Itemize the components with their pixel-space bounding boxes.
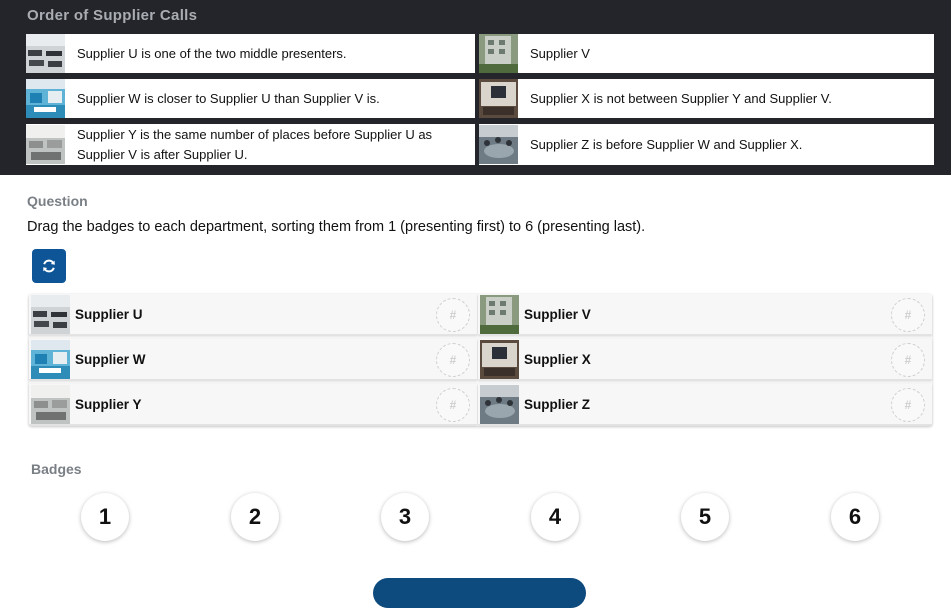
building-thumbnail — [480, 294, 519, 334]
drop-slot-supplier-y[interactable]: Supplier Y # — [29, 384, 477, 425]
office-blue-thumbnail — [26, 79, 65, 118]
clue-text: Supplier V — [530, 45, 590, 61]
badge-6[interactable]: 6 — [831, 493, 879, 541]
refresh-icon — [43, 259, 55, 273]
clue-text: Supplier X is not between Supplier Y and… — [530, 90, 832, 106]
clue-card: Supplier V — [479, 34, 934, 73]
classroom-thumbnail — [26, 34, 65, 73]
drop-slot-supplier-x[interactable]: Supplier X # — [478, 339, 932, 380]
clue-text: Supplier U is one of the two middle pres… — [77, 45, 347, 61]
question-text: Drag the badges to each department, sort… — [27, 219, 646, 235]
open-office-thumbnail — [31, 384, 70, 424]
badge-4[interactable]: 4 — [531, 493, 579, 541]
classroom-thumbnail — [31, 294, 70, 334]
badge-drop-target[interactable]: # — [436, 343, 470, 377]
badges-heading: Badges — [31, 461, 82, 477]
submit-button[interactable] — [373, 578, 586, 608]
clue-card: Supplier Z is before Supplier W and Supp… — [479, 124, 934, 165]
badge-1[interactable]: 1 — [81, 493, 129, 541]
clue-text: Supplier W is closer to Supplier U than … — [77, 90, 380, 106]
drop-slot-supplier-u[interactable]: Supplier U # — [29, 294, 477, 335]
clue-card: Supplier U is one of the two middle pres… — [26, 34, 475, 73]
badge-drop-target[interactable]: # — [436, 298, 470, 332]
clues-panel: Order of Supplier Calls Supplier U is on… — [0, 0, 951, 175]
badge-drop-target[interactable]: # — [436, 388, 470, 422]
building-thumbnail — [479, 34, 518, 73]
office-blue-thumbnail — [31, 339, 70, 379]
badge-2[interactable]: 2 — [231, 493, 279, 541]
slot-label: Supplier Y — [75, 396, 142, 412]
drop-slot-supplier-w[interactable]: Supplier W # — [29, 339, 477, 380]
slot-label: Supplier Z — [524, 396, 591, 412]
slot-label: Supplier X — [524, 351, 591, 367]
meeting-thumbnail — [480, 384, 519, 424]
slot-label: Supplier U — [75, 306, 143, 322]
badge-drop-target[interactable]: # — [891, 343, 925, 377]
question-heading: Question — [27, 193, 88, 209]
meeting-thumbnail — [479, 125, 518, 164]
badge-drop-target[interactable]: # — [891, 388, 925, 422]
drop-slot-supplier-v[interactable]: Supplier V # — [478, 294, 932, 335]
clues-title: Order of Supplier Calls — [27, 7, 198, 24]
badge-drop-target[interactable]: # — [891, 298, 925, 332]
conference-room-thumbnail — [480, 339, 519, 379]
badge-5[interactable]: 5 — [681, 493, 729, 541]
clue-text: Supplier Z is before Supplier W and Supp… — [530, 136, 803, 152]
slot-label: Supplier W — [75, 351, 146, 367]
clue-card: Supplier W is closer to Supplier U than … — [26, 79, 475, 118]
clue-card: Supplier X is not between Supplier Y and… — [479, 79, 934, 118]
clue-text: Supplier Y is the same number of places … — [77, 126, 433, 162]
slot-label: Supplier V — [524, 306, 591, 322]
open-office-thumbnail — [26, 125, 65, 164]
drop-slot-supplier-z[interactable]: Supplier Z # — [478, 384, 932, 425]
badge-3[interactable]: 3 — [381, 493, 429, 541]
reset-button[interactable] — [32, 249, 66, 283]
conference-room-thumbnail — [479, 79, 518, 118]
clue-card: Supplier Y is the same number of places … — [26, 124, 475, 165]
